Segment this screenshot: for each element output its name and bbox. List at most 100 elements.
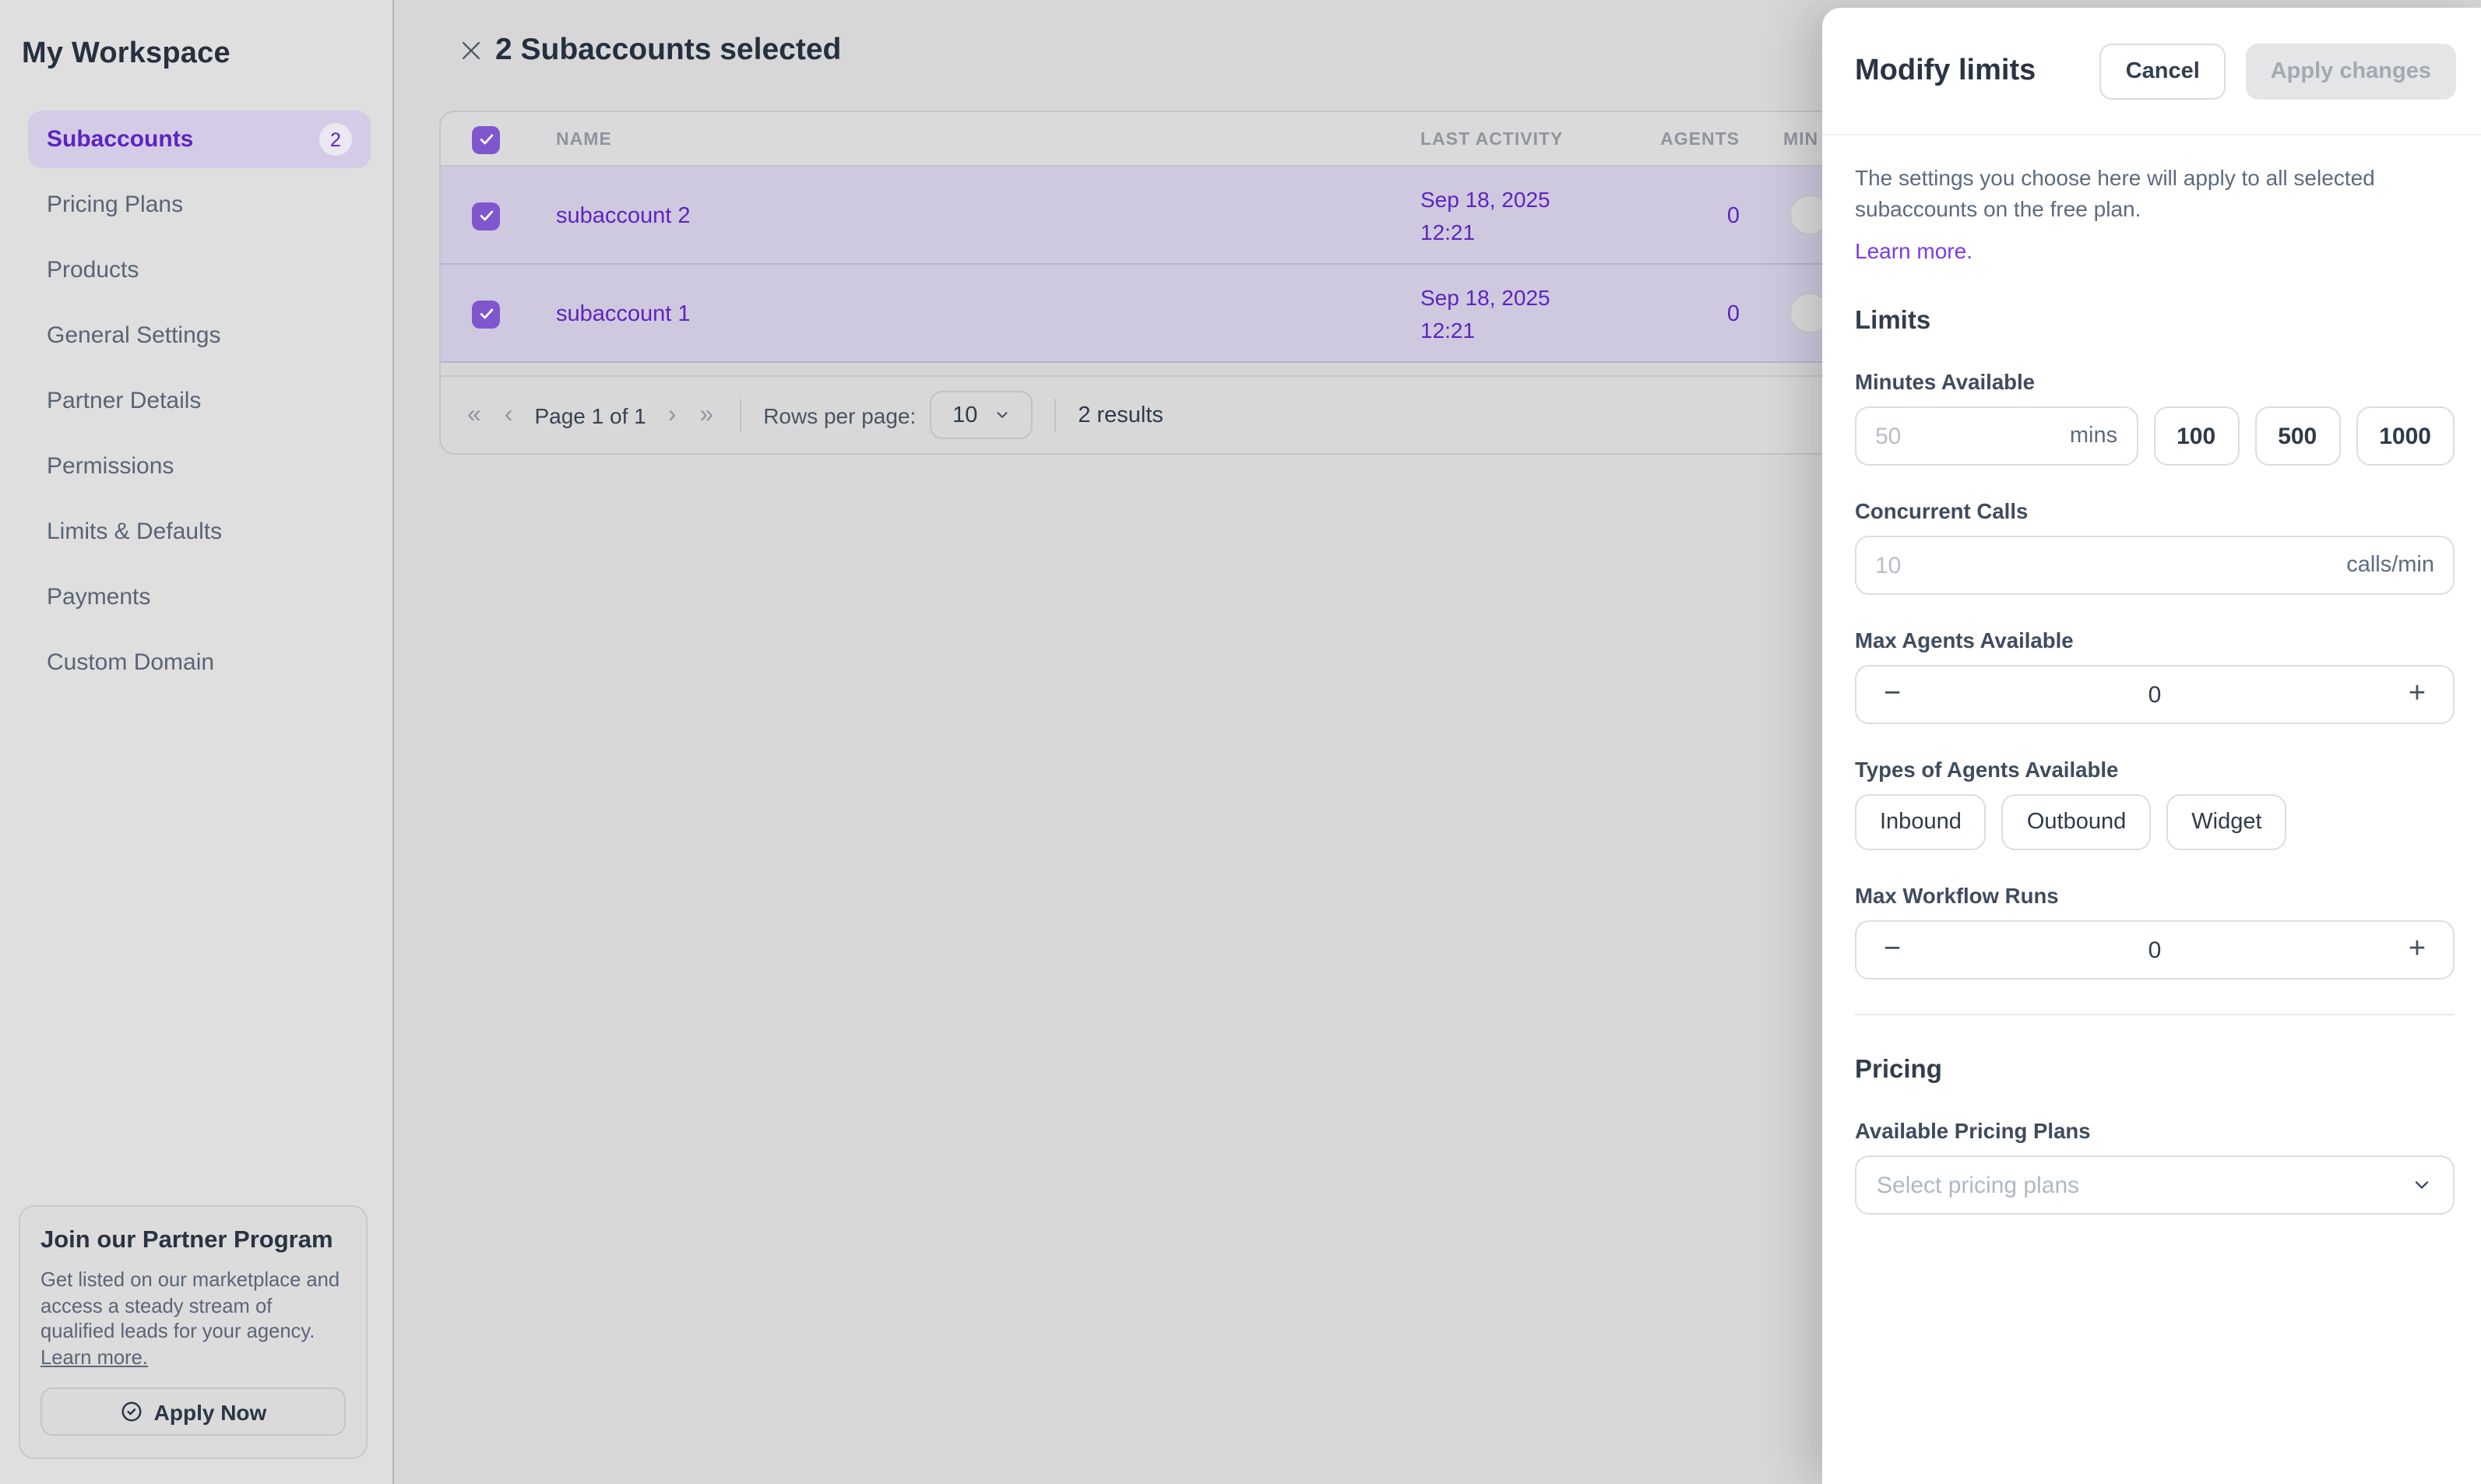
rows-per-page-select[interactable]: 10 (930, 391, 1033, 439)
agent-type-outbound-button[interactable]: Outbound (2002, 794, 2151, 850)
max-agents-stepper: − 0 + (1855, 665, 2455, 724)
close-icon (457, 37, 484, 63)
page-indicator: Page 1 of 1 (534, 403, 646, 427)
row-checkbox[interactable] (472, 202, 500, 230)
minutes-preset-1000-button[interactable]: 1000 (2356, 406, 2455, 466)
minutes-available-row: mins 100 500 1000 (1855, 406, 2455, 466)
last-activity-date: Sep 18, 2025 (1420, 184, 1550, 216)
pricing-plans-select[interactable]: Select pricing plans (1855, 1155, 2455, 1215)
concurrent-calls-label: Concurrent Calls (1855, 500, 2455, 523)
minutes-suffix: mins (2070, 424, 2117, 448)
concurrent-calls-input-wrap: calls/min (1855, 536, 2455, 595)
cancel-button[interactable]: Cancel (2099, 43, 2226, 99)
chevron-down-icon (993, 406, 1010, 424)
sidebar-item-permissions[interactable]: Permissions (28, 438, 371, 495)
modify-limits-panel: Modify limits Cancel Apply changes The s… (1822, 8, 2481, 1484)
pricing-section-heading: Pricing (1855, 1056, 2455, 1085)
partner-learn-more-link[interactable]: Learn more. (40, 1345, 148, 1368)
max-agents-increment-button[interactable]: + (2381, 666, 2453, 723)
partner-card-body: Get listed on our marketplace and access… (40, 1268, 346, 1370)
apply-now-button[interactable]: Apply Now (40, 1387, 346, 1436)
pricing-plans-placeholder: Select pricing plans (1877, 1172, 2079, 1198)
column-header-agents[interactable]: AGENTS (1624, 112, 1740, 167)
divider (1054, 398, 1056, 432)
subaccount-link[interactable]: subaccount 1 (556, 301, 691, 326)
minutes-preset-100-button[interactable]: 100 (2153, 406, 2239, 466)
minutes-available-label: Minutes Available (1855, 371, 2455, 394)
next-page-button[interactable]: › (663, 401, 681, 429)
agent-type-widget-button[interactable]: Widget (2166, 794, 2286, 850)
last-activity-date: Sep 18, 2025 (1420, 282, 1550, 314)
partner-program-card: Join our Partner Program Get listed on o… (19, 1205, 368, 1459)
subaccount-link[interactable]: subaccount 2 (556, 203, 691, 228)
sidebar-item-limits-defaults[interactable]: Limits & Defaults (28, 503, 371, 561)
panel-learn-more-link[interactable]: Learn more. (1855, 238, 1972, 263)
sidebar-item-pricing-plans[interactable]: Pricing Plans (28, 176, 371, 234)
sidebar-item-label: Permissions (47, 453, 174, 480)
last-activity-time: 12:21 (1420, 216, 1550, 248)
panel-description: The settings you choose here will apply … (1855, 164, 2434, 224)
minutes-input-wrap: mins (1855, 406, 2138, 466)
sidebar-item-general-settings[interactable]: General Settings (28, 307, 371, 364)
sidebar: My Workspace Subaccounts 2 Pricing Plans… (0, 0, 394, 1484)
sidebar-nav: Subaccounts 2 Pricing Plans Products Gen… (22, 111, 371, 691)
sidebar-item-subaccounts[interactable]: Subaccounts 2 (28, 111, 371, 168)
chevron-down-icon (2411, 1174, 2433, 1196)
concurrent-calls-suffix: calls/min (2346, 553, 2434, 578)
partner-card-title: Join our Partner Program (40, 1227, 346, 1255)
agent-type-inbound-button[interactable]: Inbound (1855, 794, 1987, 850)
minutes-available-input[interactable] (1875, 423, 2057, 449)
sidebar-item-label: Partner Details (47, 388, 201, 414)
partner-card-text: Get listed on our marketplace and access… (40, 1268, 340, 1342)
section-divider (1855, 1014, 2455, 1015)
column-header-name[interactable]: NAME (556, 112, 612, 167)
column-header-last-activity[interactable]: LAST ACTIVITY (1420, 112, 1563, 167)
max-workflow-increment-button[interactable]: + (2381, 922, 2453, 978)
check-icon (477, 305, 494, 322)
select-all-checkbox[interactable] (472, 125, 500, 153)
previous-page-button[interactable]: ‹ (500, 401, 518, 429)
last-activity-cell: Sep 18, 2025 12:21 (1420, 184, 1550, 248)
check-icon (477, 131, 494, 148)
apply-changes-button[interactable]: Apply changes (2246, 43, 2456, 99)
rows-per-page-value: 10 (952, 403, 977, 427)
sidebar-item-label: Pricing Plans (47, 192, 183, 218)
selection-title: 2 Subaccounts selected (495, 33, 841, 69)
rows-per-page-label: Rows per page: (763, 403, 916, 427)
column-header-minutes[interactable]: MIN (1783, 112, 1818, 167)
check-icon (477, 207, 494, 224)
minutes-preset-500-button[interactable]: 500 (2254, 406, 2340, 466)
last-activity-time: 12:21 (1420, 314, 1550, 346)
max-workflow-value: 0 (1928, 937, 2381, 963)
last-page-button[interactable]: » (695, 401, 718, 429)
agents-count: 0 (1727, 203, 1740, 228)
row-checkbox[interactable] (472, 300, 500, 328)
max-workflow-stepper: − 0 + (1855, 920, 2455, 979)
max-workflow-decrement-button[interactable]: − (1856, 922, 1928, 978)
panel-header: Modify limits Cancel Apply changes (1822, 8, 2481, 135)
sidebar-item-custom-domain[interactable]: Custom Domain (28, 634, 371, 691)
subaccounts-count-badge: 2 (319, 123, 352, 156)
concurrent-calls-input[interactable] (1875, 552, 2334, 578)
seal-check-icon (120, 1400, 143, 1423)
max-agents-label: Max Agents Available (1855, 629, 2455, 652)
max-agents-value: 0 (1928, 681, 2381, 708)
sidebar-item-partner-details[interactable]: Partner Details (28, 372, 371, 430)
max-workflow-label: Max Workflow Runs (1855, 884, 2455, 908)
max-agents-decrement-button[interactable]: − (1856, 666, 1928, 723)
sidebar-item-label: Custom Domain (47, 649, 214, 676)
pricing-plans-label: Available Pricing Plans (1855, 1120, 2455, 1143)
agent-types-row: Inbound Outbound Widget (1855, 794, 2455, 850)
agents-count: 0 (1727, 301, 1740, 326)
panel-actions: Cancel Apply changes (2099, 43, 2456, 99)
sidebar-item-payments[interactable]: Payments (28, 568, 371, 626)
close-selection-button[interactable] (453, 33, 487, 67)
workspace-title: My Workspace (22, 37, 371, 72)
divider (740, 398, 741, 432)
sidebar-item-products[interactable]: Products (28, 241, 371, 299)
panel-body: The settings you choose here will apply … (1822, 135, 2481, 1215)
sidebar-item-label: Subaccounts (47, 126, 193, 153)
limits-section-heading: Limits (1855, 307, 2455, 336)
first-page-button[interactable]: « (463, 401, 486, 429)
results-count: 2 results (1078, 403, 1163, 427)
